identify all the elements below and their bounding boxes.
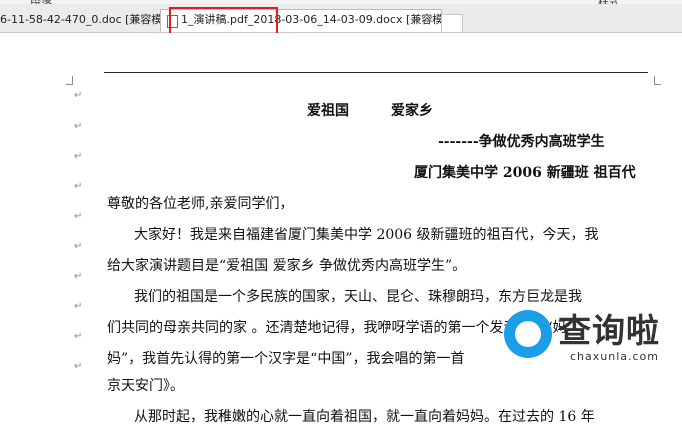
paragraph-line: 们共同的母亲共同的家 。还清楚地记得，我咿呀学语的第一个发音就是“妈: [107, 320, 567, 336]
paragraph-mark: ↵: [74, 331, 83, 342]
paragraph-line: 大家好！我是来自福建省厦门集美中学 2006 级新疆班的祖百代，今天，我: [134, 227, 599, 243]
paragraph-mark: ↵: [74, 211, 83, 222]
margin-corner-marker: [654, 76, 661, 85]
margin-corner-marker: [66, 76, 73, 85]
paragraph-line: 从那时起，我稚嫩的心就一直向着祖国，就一直向着妈妈。在过去的 16 年: [134, 409, 595, 425]
paragraph-mark: ↵: [74, 151, 83, 162]
new-tab-button[interactable]: [441, 14, 463, 33]
paragraph-line: 京天安门》。: [107, 378, 184, 394]
document-tab-bar: 6-11-58-42-470_0.doc [兼容模式] 1_演讲稿.pdf_20…: [0, 4, 682, 33]
paragraph-mark: ↵: [74, 90, 83, 101]
document-title: 爱祖国 爱家乡: [307, 103, 433, 119]
magnifier-logo-icon: [504, 310, 552, 358]
paragraph-mark: ↵: [74, 121, 83, 132]
document-subtitle: -------争做优秀内高班学生: [438, 134, 605, 150]
paragraph-line: 给大家演讲题目是“爱祖国 爱家乡 争做优秀内高班学生”。: [107, 258, 467, 274]
paragraph-mark: ↵: [74, 271, 83, 282]
close-icon[interactable]: ×: [425, 10, 434, 30]
header-rule: [104, 72, 648, 73]
tab-previous-document[interactable]: 6-11-58-42-470_0.doc [兼容模式]: [0, 10, 178, 30]
paragraph-line: 妈”，我首先认得的第一个汉字是“中国”，我会唱的第一首: [107, 351, 465, 367]
paragraph-line: 尊敬的各位老师,亲爱同学们，: [107, 196, 294, 212]
paragraph-mark: ↵: [74, 301, 83, 312]
paragraph-mark: ↵: [74, 361, 83, 372]
paragraph-mark: ↵: [74, 241, 83, 252]
watermark-logo: 查询啦 chaxunla.com: [500, 308, 682, 368]
document-author: 厦门集美中学 2006 新疆班 祖百代: [414, 165, 636, 181]
paragraph-mark: ↵: [74, 181, 83, 192]
watermark-subtitle: chaxunla.com: [570, 350, 659, 363]
watermark-title: 查询啦: [558, 311, 660, 350]
tab-label: 6-11-58-42-470_0.doc [兼容模式]: [0, 13, 178, 26]
paragraph-line: 我们的祖国是一个多民族的国家，天山、昆仑、珠穆朗玛，东方巨龙是我: [134, 289, 582, 305]
